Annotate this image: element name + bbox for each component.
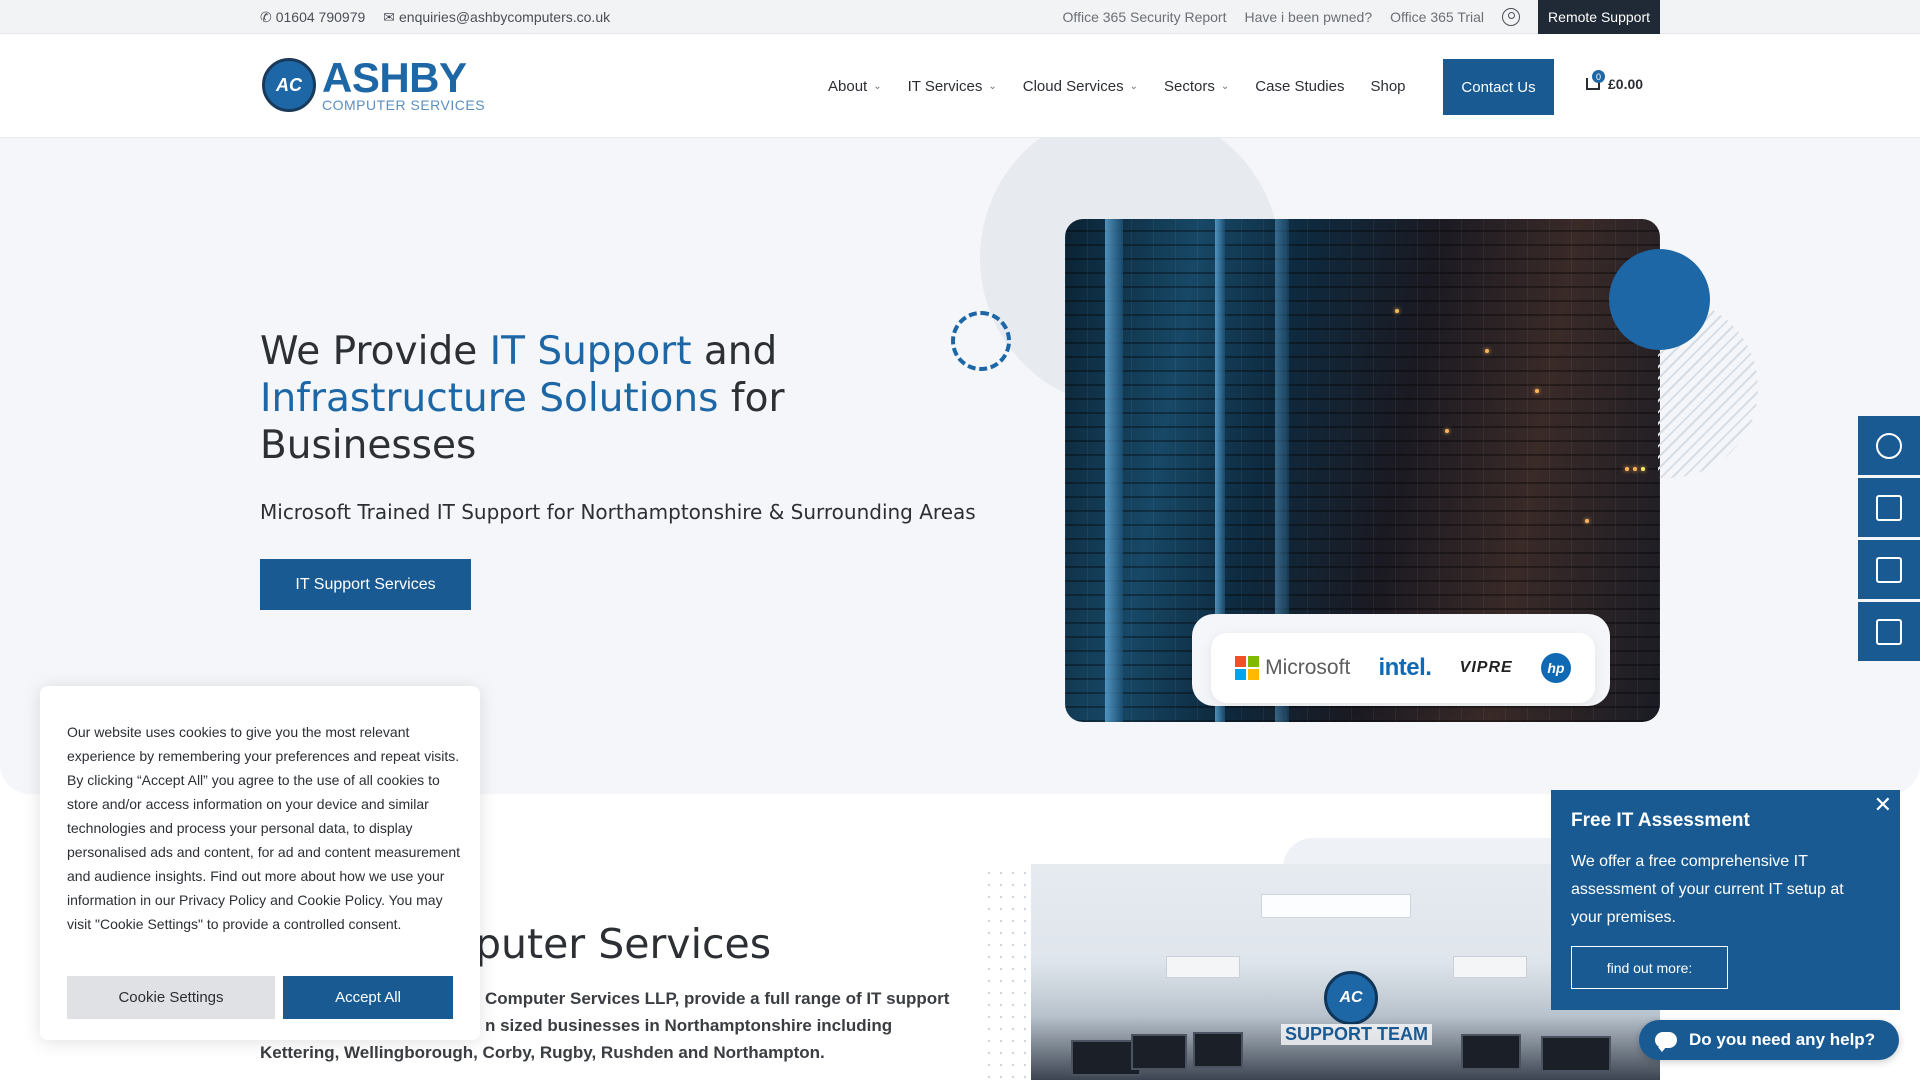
chat-icon xyxy=(1876,556,1902,583)
mail-icon: ✉ xyxy=(383,8,396,25)
accept-all-button[interactable]: Accept All xyxy=(283,976,453,1019)
help-chat-button[interactable]: Do you need any help? xyxy=(1639,1020,1899,1060)
chevron-down-icon: ⌄ xyxy=(1220,80,1230,92)
nav-about[interactable]: About ⌄ xyxy=(828,78,882,95)
side-tab-remote[interactable] xyxy=(1858,602,1920,661)
microsoft-logo: Microsoft xyxy=(1235,656,1350,680)
office365-trial-link[interactable]: Office 365 Trial xyxy=(1390,9,1484,25)
free-assessment-popup: ✕ Free IT Assessment We offer a free com… xyxy=(1551,790,1900,1010)
decorative-dashed-circle xyxy=(951,311,1011,371)
nav-case-studies[interactable]: Case Studies xyxy=(1255,78,1344,95)
support-team-logo-icon: AC xyxy=(1324,971,1378,1025)
cookie-settings-button[interactable]: Cookie Settings xyxy=(67,976,275,1019)
close-icon[interactable]: ✕ xyxy=(1874,792,1892,818)
clipboard-icon xyxy=(1876,494,1902,521)
side-tab-chat[interactable] xyxy=(1858,540,1920,599)
cookie-banner: Our website uses cookies to give you the… xyxy=(40,686,480,1040)
hero-subtitle: Microsoft Trained IT Support for Northam… xyxy=(260,500,976,524)
side-tab-support[interactable] xyxy=(1858,416,1920,475)
main-nav: About ⌄ IT Services ⌄ Cloud Services ⌄ Sect… xyxy=(828,34,1406,138)
remote-desktop-icon xyxy=(1876,618,1902,645)
cart-count-badge: 0 xyxy=(1592,70,1605,83)
logo-main-text: ASHBY xyxy=(322,54,467,101)
account-icon[interactable] xyxy=(1502,8,1521,26)
chevron-down-icon: ⌄ xyxy=(1129,80,1139,92)
nav-cloud-services[interactable]: Cloud Services ⌄ xyxy=(1023,78,1138,95)
assessment-title: Free IT Assessment xyxy=(1571,810,1750,831)
site-header: ASHBY COMPUTER SERVICES About⌄ IT Servic… xyxy=(0,34,1920,138)
pwned-link[interactable]: Have i been pwned? xyxy=(1244,9,1372,25)
find-out-more-button[interactable]: find out more: xyxy=(1571,946,1728,989)
decorative-dots xyxy=(983,867,1033,1080)
nav-sectors[interactable]: Sectors ⌄ xyxy=(1164,78,1229,95)
intel-logo: intel. xyxy=(1378,654,1432,681)
side-quick-links xyxy=(1858,416,1920,664)
nav-it-services[interactable]: IT Services ⌄ xyxy=(908,78,997,95)
security-report-link[interactable]: Office 365 Security Report xyxy=(1063,9,1227,25)
email-link[interactable]: ✉ enquiries@ashbycomputers.co.uk xyxy=(383,9,610,26)
microsoft-icon xyxy=(1235,656,1260,680)
logo-mark-icon xyxy=(262,58,316,112)
chat-bubble-icon xyxy=(1655,1032,1677,1052)
partner-logos: Microsoft intel. VIPRE hp xyxy=(1192,614,1610,706)
vipre-logo: VIPRE xyxy=(1459,659,1513,676)
cookie-text: Our website uses cookies to give you the… xyxy=(67,724,461,932)
section-title: puter Services xyxy=(475,920,772,968)
chevron-down-icon: ⌄ xyxy=(873,80,882,92)
contact-us-button[interactable]: Contact Us xyxy=(1443,59,1554,115)
lifebuoy-icon xyxy=(1876,432,1902,459)
logo-sub-text: COMPUTER SERVICES xyxy=(322,97,486,113)
phone-icon: ✆ xyxy=(260,8,272,25)
chevron-down-icon: ⌄ xyxy=(988,80,997,92)
top-bar: ✆ 01604 790979 ✉ enquiries@ashbycomputer… xyxy=(0,0,1920,34)
phone-link[interactable]: ✆ 01604 790979 xyxy=(260,9,365,26)
decorative-blue-circle xyxy=(1609,249,1710,350)
hp-logo: hp xyxy=(1540,653,1571,683)
cart-total: £0.00 xyxy=(1608,76,1644,92)
side-tab-checklist[interactable] xyxy=(1858,478,1920,537)
assessment-text: We offer a free comprehensive IT assessm… xyxy=(1571,853,1844,926)
it-support-services-button[interactable]: IT Support Services xyxy=(260,559,471,610)
support-team-label: SUPPORT TEAM xyxy=(1281,1024,1433,1045)
nav-shop[interactable]: Shop xyxy=(1370,78,1405,95)
site-logo[interactable]: ASHBY COMPUTER SERVICES xyxy=(262,54,486,113)
remote-support-button[interactable]: Remote Support xyxy=(1538,0,1660,34)
hero-title: We Provide IT Support and Infrastructure… xyxy=(260,329,785,468)
